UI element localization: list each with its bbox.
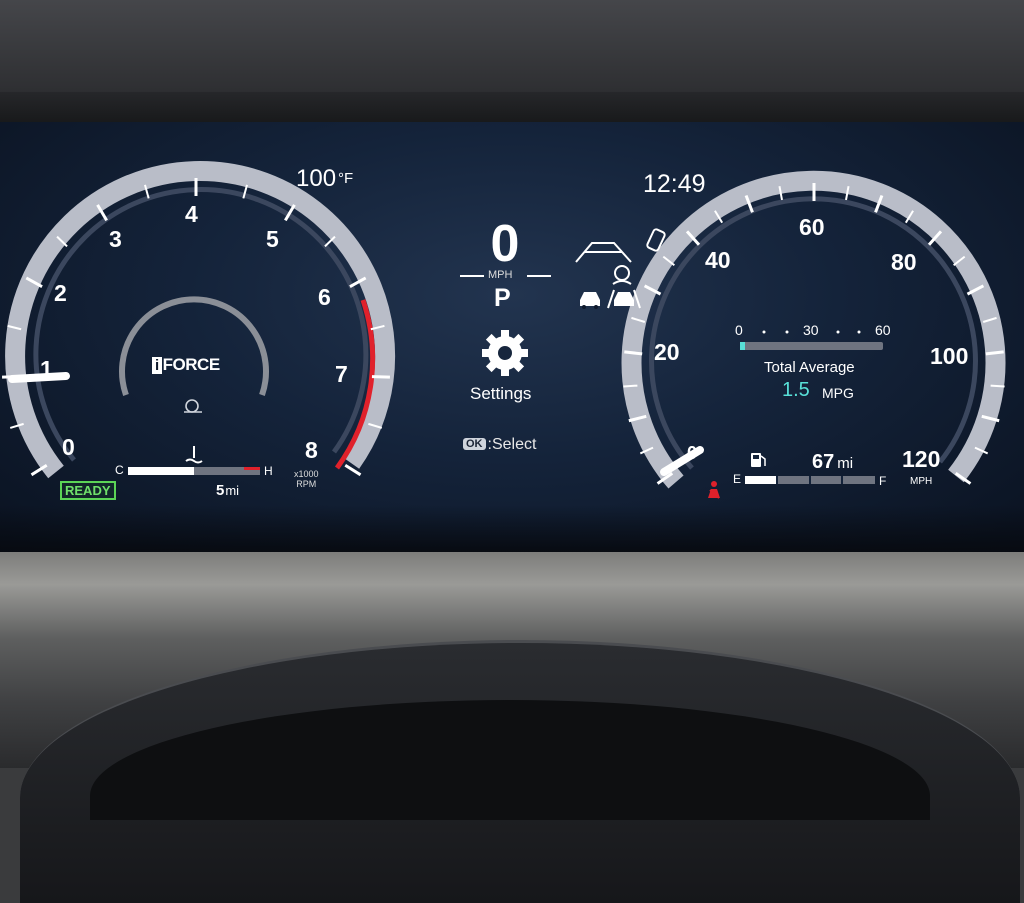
trip-unit: mi xyxy=(225,483,239,498)
pre-collision-icon xyxy=(580,292,600,309)
iforce-prefix: i xyxy=(152,357,162,374)
tach-label-2: 2 xyxy=(54,280,67,307)
fuel-range: 67mi xyxy=(812,451,853,474)
fuel-gauge-fill xyxy=(745,476,778,484)
economy-scale-label-60: 60 xyxy=(875,322,891,338)
driver-monitor-icon xyxy=(613,266,631,284)
tach-label-0: 0 xyxy=(62,434,75,461)
tach-label-6: 6 xyxy=(318,284,331,311)
tach-label-7: 7 xyxy=(335,361,348,388)
speedometer-tick xyxy=(986,352,1004,354)
economy-scale-label-30: 30 xyxy=(803,322,819,338)
tach-label-5: 5 xyxy=(266,226,279,253)
coolant-hot-marker xyxy=(244,467,260,470)
coolant-arc xyxy=(122,299,266,395)
ready-indicator: READY xyxy=(60,481,116,500)
speed-label-120: 120 xyxy=(902,446,940,473)
gear-indicator: P xyxy=(494,284,511,313)
digital-speed: 0 xyxy=(484,214,526,274)
tach-label-8: 8 xyxy=(305,437,318,464)
tachometer-unit-rpm: RPM xyxy=(294,479,319,489)
coolant-temperature-icon xyxy=(186,446,202,463)
tachometer-ring xyxy=(15,171,385,472)
fuel-pump-icon xyxy=(751,453,765,467)
iforce-badge: iFORCE xyxy=(152,355,220,375)
ok-select-hint: OK:Select xyxy=(463,436,536,454)
lane-tracing-assist-icon xyxy=(576,243,631,262)
tach-label-4: 4 xyxy=(185,201,198,228)
fuel-full-label: F xyxy=(879,474,886,488)
speedometer-tick xyxy=(623,386,637,387)
coolant-gauge-fill xyxy=(128,467,194,475)
speed-label-0: 0 xyxy=(687,443,697,464)
coolant-cold-label: C xyxy=(115,463,124,477)
economy-scale-bar xyxy=(740,342,883,350)
tach-label-3: 3 xyxy=(109,226,122,253)
tachometer-unit-multiplier: x1000 xyxy=(294,469,319,479)
fuel-economy-value: 1.5 xyxy=(782,379,810,402)
speed-label-20: 20 xyxy=(654,339,680,366)
fuel-economy-title: Total Average xyxy=(764,359,855,376)
select-label: :Select xyxy=(488,436,537,453)
economy-scale-label-0: 0 xyxy=(735,322,743,338)
ok-button-badge: OK xyxy=(463,438,486,450)
tachometer-needle xyxy=(12,376,66,379)
speedometer-unit: MPH xyxy=(910,476,932,487)
coolant-hot-label: H xyxy=(264,464,273,478)
speed-label-80: 80 xyxy=(891,249,917,276)
speed-label-40: 40 xyxy=(705,247,731,274)
fuel-range-unit: mi xyxy=(837,455,853,472)
economy-scale-fill xyxy=(740,342,745,350)
settings-label[interactable]: Settings xyxy=(470,384,531,404)
speed-label-100: 100 xyxy=(930,343,968,370)
trip-distance: 5mi xyxy=(216,482,239,499)
fuel-economy-unit: MPG xyxy=(822,385,854,401)
outside-temperature: 100°F xyxy=(296,165,353,193)
speedometer-tick xyxy=(991,386,1005,387)
fuel-range-value: 67 xyxy=(812,451,834,473)
tachometer-inner-ring xyxy=(36,190,366,460)
clock: 12:49 xyxy=(643,170,706,199)
outside-temperature-unit: °F xyxy=(338,170,353,187)
trip-value: 5 xyxy=(216,482,224,499)
tach-label-1: 1 xyxy=(40,356,53,383)
gear-settings-icon[interactable] xyxy=(482,330,528,376)
outside-temperature-value: 100 xyxy=(296,165,336,192)
speed-label-60: 60 xyxy=(799,214,825,241)
digital-speed-unit: MPH xyxy=(488,269,512,281)
fuel-empty-label: E xyxy=(733,472,741,486)
speedometer-tick xyxy=(624,352,642,354)
drive-mode-icon xyxy=(184,400,202,412)
seatbelt-warning-icon xyxy=(708,481,720,498)
tachometer-unit: x1000 RPM xyxy=(294,469,319,489)
iforce-text: FORCE xyxy=(163,355,220,374)
